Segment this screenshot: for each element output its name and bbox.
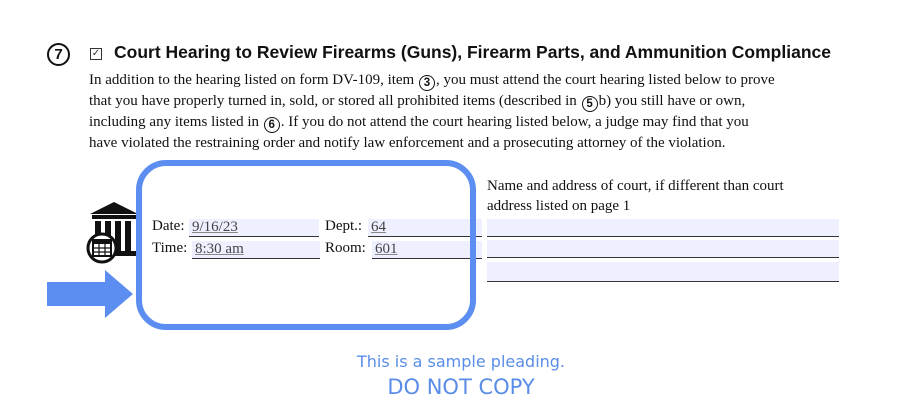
item-reference-5: 5: [581, 96, 598, 112]
sample-notice: This is a sample pleading.: [356, 352, 566, 371]
highlight-box: [136, 160, 476, 330]
section-checkbox[interactable]: ✓: [90, 48, 102, 60]
item-reference-6: 6: [263, 117, 280, 133]
court-address-field-2[interactable]: [487, 240, 839, 258]
section-title: Court Hearing to Review Firearms (Guns),…: [114, 42, 831, 62]
item-reference-3: 3: [418, 75, 435, 91]
instruction-line-1: In addition to the hearing listed on for…: [89, 72, 775, 91]
instruction-line-2: that you have properly turned in, sold, …: [89, 93, 746, 112]
court-address-field-1[interactable]: [487, 219, 839, 237]
court-address-field-3[interactable]: [487, 262, 839, 282]
arrow-right-icon: [47, 270, 133, 318]
court-address-label-line1: Name and address of court, if different …: [487, 178, 784, 194]
do-not-copy-notice: DO NOT COPY: [387, 375, 535, 399]
courthouse-calendar-icon: [86, 202, 138, 264]
section-instructions: In addition to the hearing listed on for…: [89, 70, 849, 153]
section-number: 7: [47, 43, 70, 66]
instruction-line-3: including any items listed in 6. If you …: [89, 114, 749, 133]
court-address-label-line2: address listed on page 1: [487, 198, 631, 214]
instruction-line-4: have violated the restraining order and …: [89, 135, 726, 151]
